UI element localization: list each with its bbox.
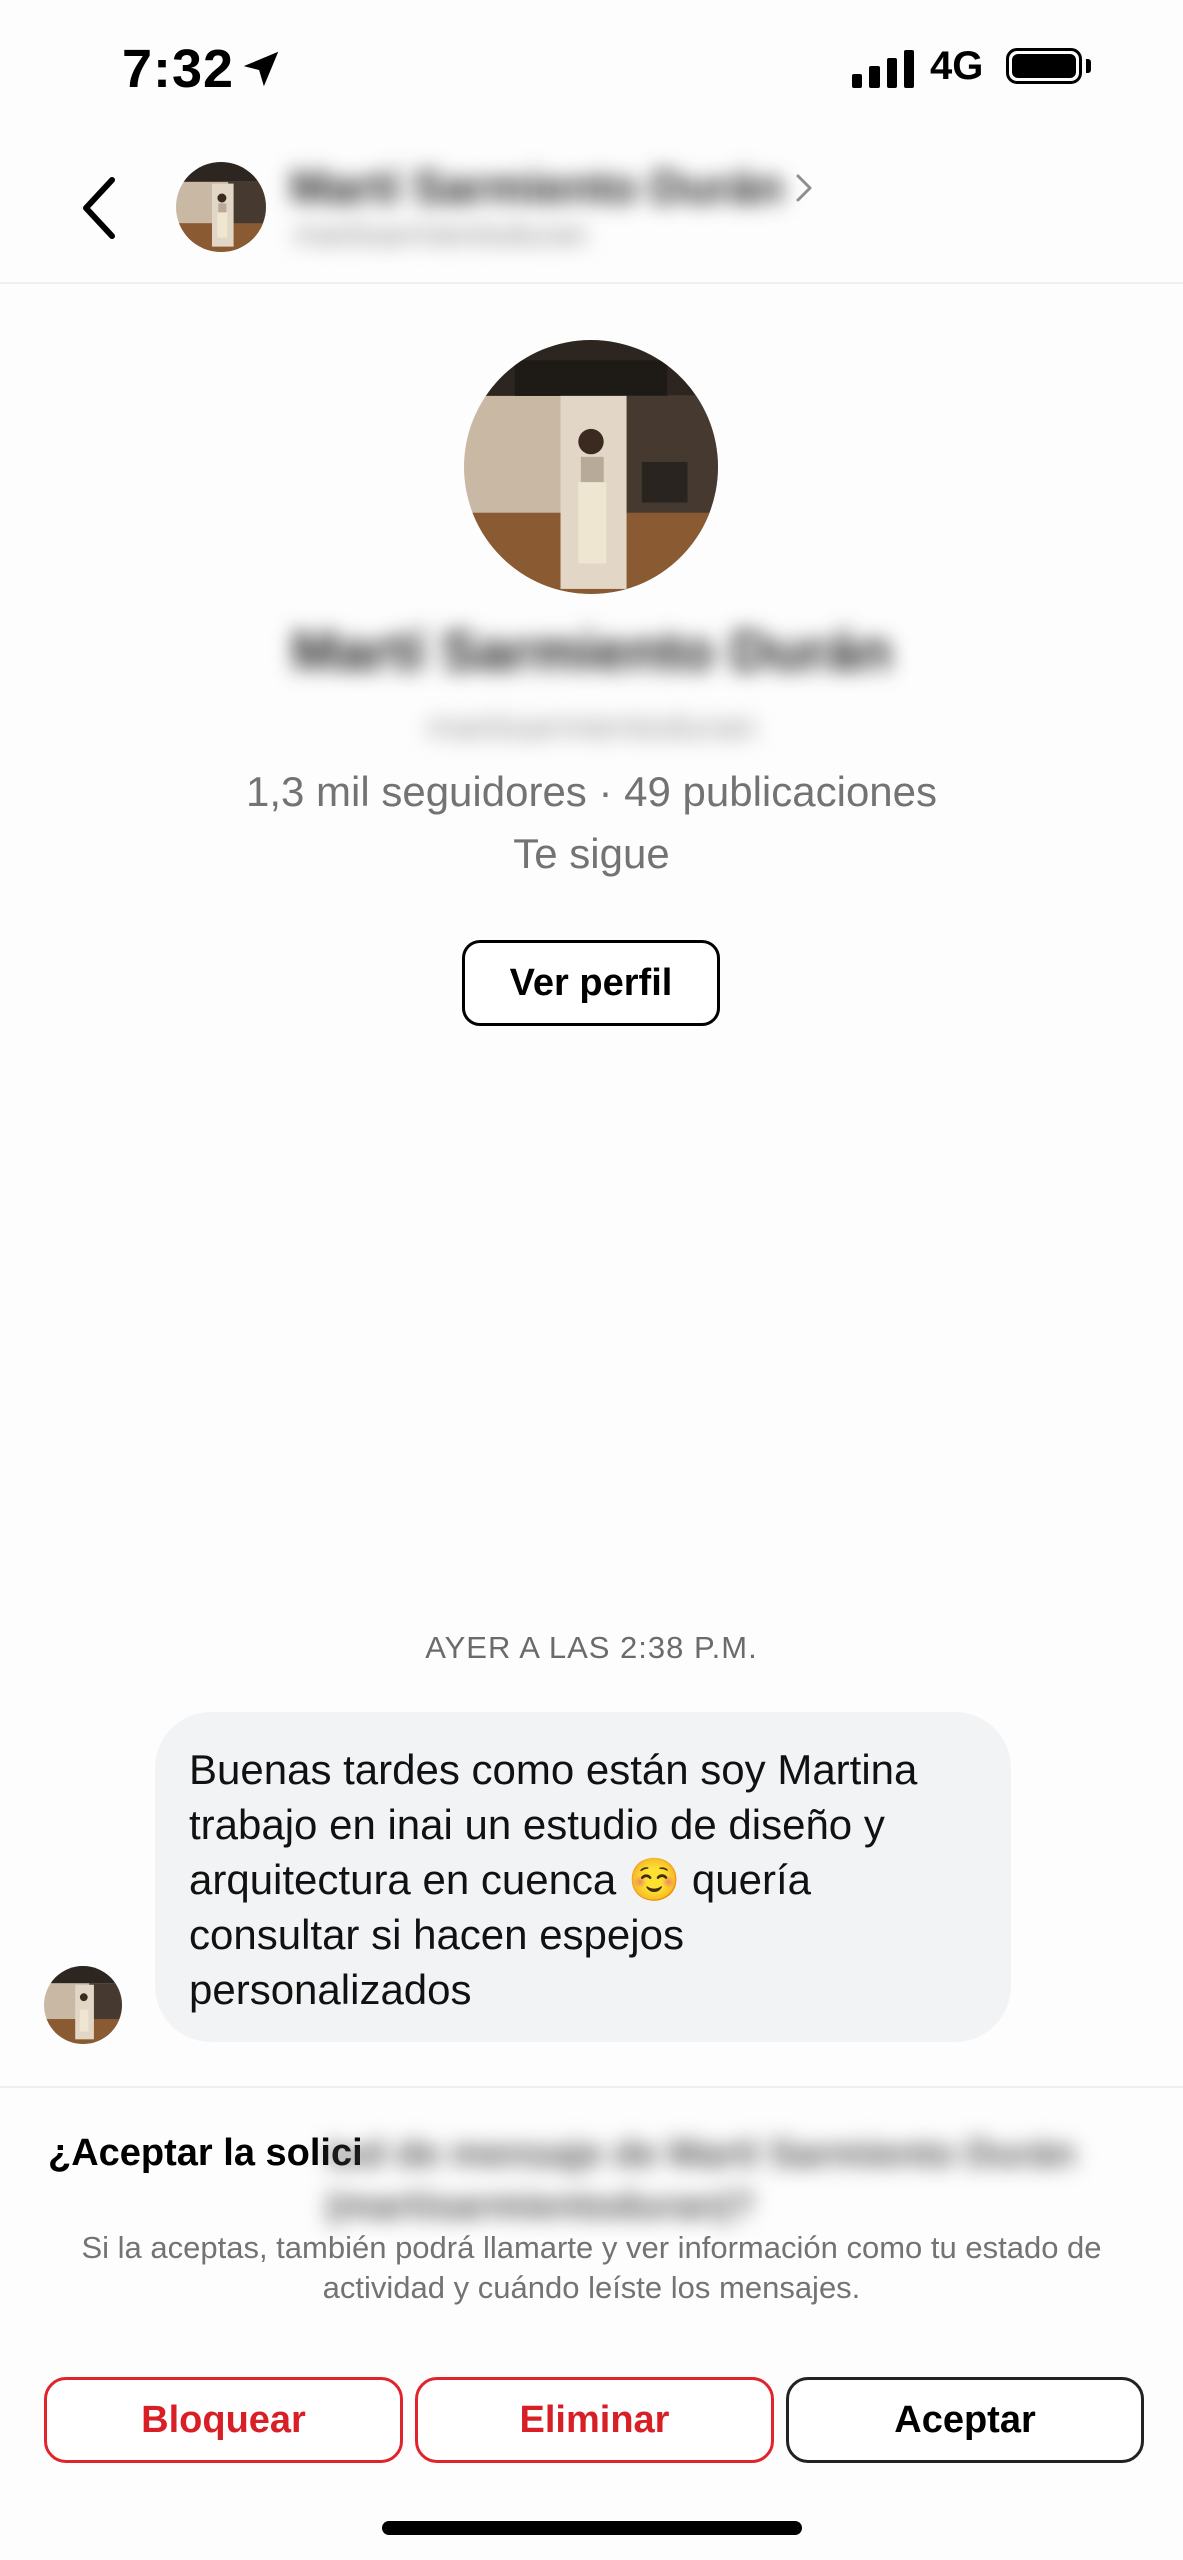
message-text: Buenas tardes como están soy Martina tra… <box>189 1746 918 2013</box>
header-contact-username: martisarmientoduran <box>294 216 588 252</box>
back-chevron-icon[interactable] <box>72 172 126 244</box>
request-title: ¿Aceptar la solici <box>48 2132 363 2174</box>
avatar-photo <box>176 162 266 252</box>
status-time: 7:32 <box>122 39 235 99</box>
follows-you-label: Te sigue <box>513 830 670 877</box>
delete-button[interactable]: Eliminar <box>415 2377 774 2463</box>
header-avatar[interactable] <box>176 162 266 252</box>
incoming-message-bubble[interactable]: Buenas tardes como están soy Martina tra… <box>155 1712 1011 2042</box>
header-contact-name[interactable]: Martí Sarmiento Durán <box>290 160 783 214</box>
location-arrow-icon <box>243 51 279 87</box>
profile-avatar[interactable] <box>464 340 718 594</box>
profile-username: martisarmientoduran <box>426 706 757 747</box>
request-description: Si la aceptas, también podrá llamarte y … <box>81 2230 1102 2305</box>
battery-full-icon <box>1006 48 1082 84</box>
signal-bars-icon <box>852 48 914 88</box>
avatar-photo <box>44 1966 122 2044</box>
view-profile-button[interactable]: Ver perfil <box>462 940 720 1026</box>
message-sender-avatar[interactable] <box>44 1966 122 2044</box>
network-type: 4G <box>930 44 984 88</box>
home-indicator[interactable] <box>382 2521 802 2535</box>
footer-divider <box>0 2086 1183 2088</box>
message-timestamp: AYER A LAS 2:38 P.M. <box>425 1630 758 1665</box>
header-divider <box>0 282 1183 284</box>
profile-stats: 1,3 mil seguidores · 49 publicaciones <box>245 768 938 815</box>
avatar-photo <box>464 340 718 594</box>
request-title-blurred: tud de mensaje de Martí Sarmiento Durán … <box>326 2133 1076 2227</box>
profile-name: Martí Sarmiento Durán <box>291 619 892 682</box>
battery-nub <box>1086 59 1091 73</box>
block-button[interactable]: Bloquear <box>44 2377 403 2463</box>
accept-button[interactable]: Aceptar <box>786 2377 1144 2463</box>
chevron-right-icon[interactable] <box>792 168 816 208</box>
